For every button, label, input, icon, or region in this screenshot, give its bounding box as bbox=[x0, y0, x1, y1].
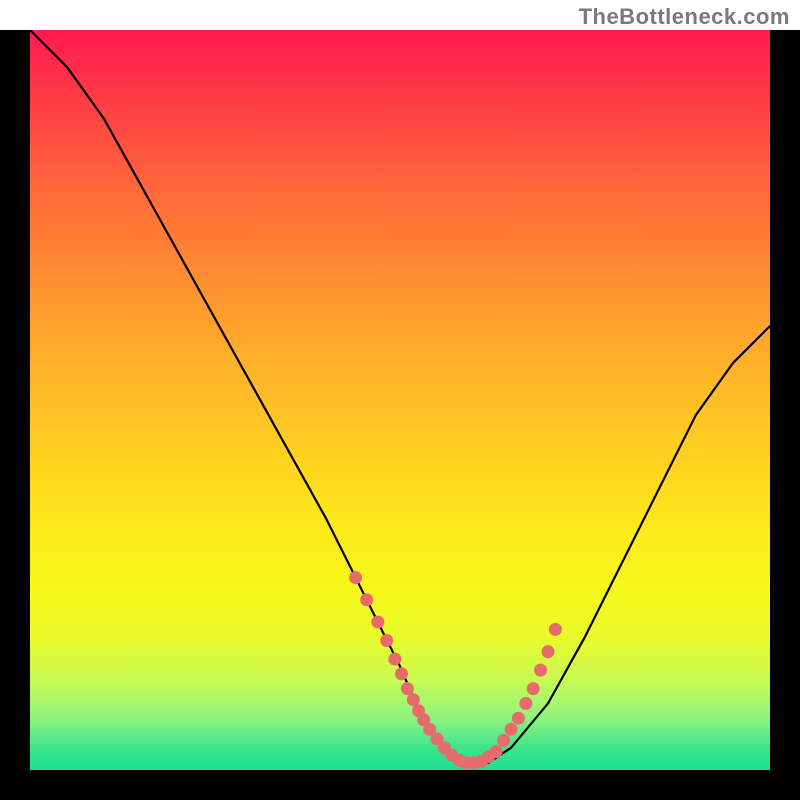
highlight-dot bbox=[497, 734, 510, 747]
highlight-dot bbox=[401, 682, 414, 695]
highlight-dot bbox=[360, 593, 373, 606]
highlight-dot bbox=[549, 623, 562, 636]
highlight-dot bbox=[388, 653, 401, 666]
highlight-dot bbox=[534, 664, 547, 677]
highlight-dots-bottom bbox=[445, 745, 502, 769]
plot-frame bbox=[0, 30, 800, 800]
plot-area bbox=[30, 30, 770, 770]
highlight-dot bbox=[519, 697, 532, 710]
highlight-dot bbox=[380, 634, 393, 647]
bottleneck-curve bbox=[30, 30, 770, 763]
highlight-dots-left bbox=[349, 571, 451, 754]
highlight-dot bbox=[395, 667, 408, 680]
highlight-dot bbox=[505, 723, 518, 736]
highlight-dots-right bbox=[497, 623, 562, 747]
highlight-dot bbox=[371, 616, 384, 629]
curve-layer bbox=[30, 30, 770, 770]
highlight-dot bbox=[512, 712, 525, 725]
highlight-dot bbox=[407, 693, 420, 706]
watermark-text: TheBottleneck.com bbox=[579, 4, 790, 30]
highlight-dot bbox=[349, 571, 362, 584]
highlight-dot bbox=[542, 645, 555, 658]
highlight-dot bbox=[527, 682, 540, 695]
highlight-dot bbox=[490, 745, 503, 758]
chart-container: TheBottleneck.com bbox=[0, 0, 800, 800]
